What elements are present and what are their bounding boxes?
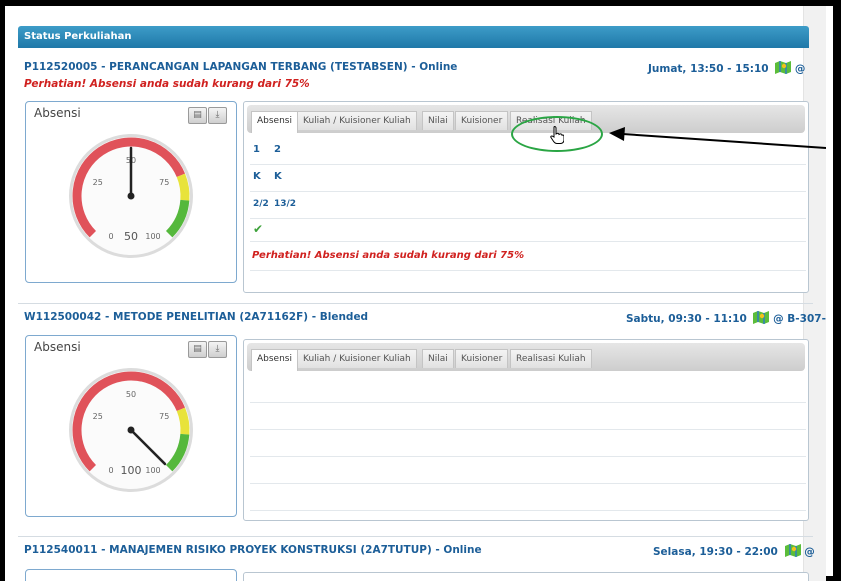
annotation-arrow [609, 127, 826, 149]
page: Status Perkuliahan P112520005 - PERANCAN… [5, 6, 826, 581]
hand-cursor-icon [550, 126, 564, 144]
